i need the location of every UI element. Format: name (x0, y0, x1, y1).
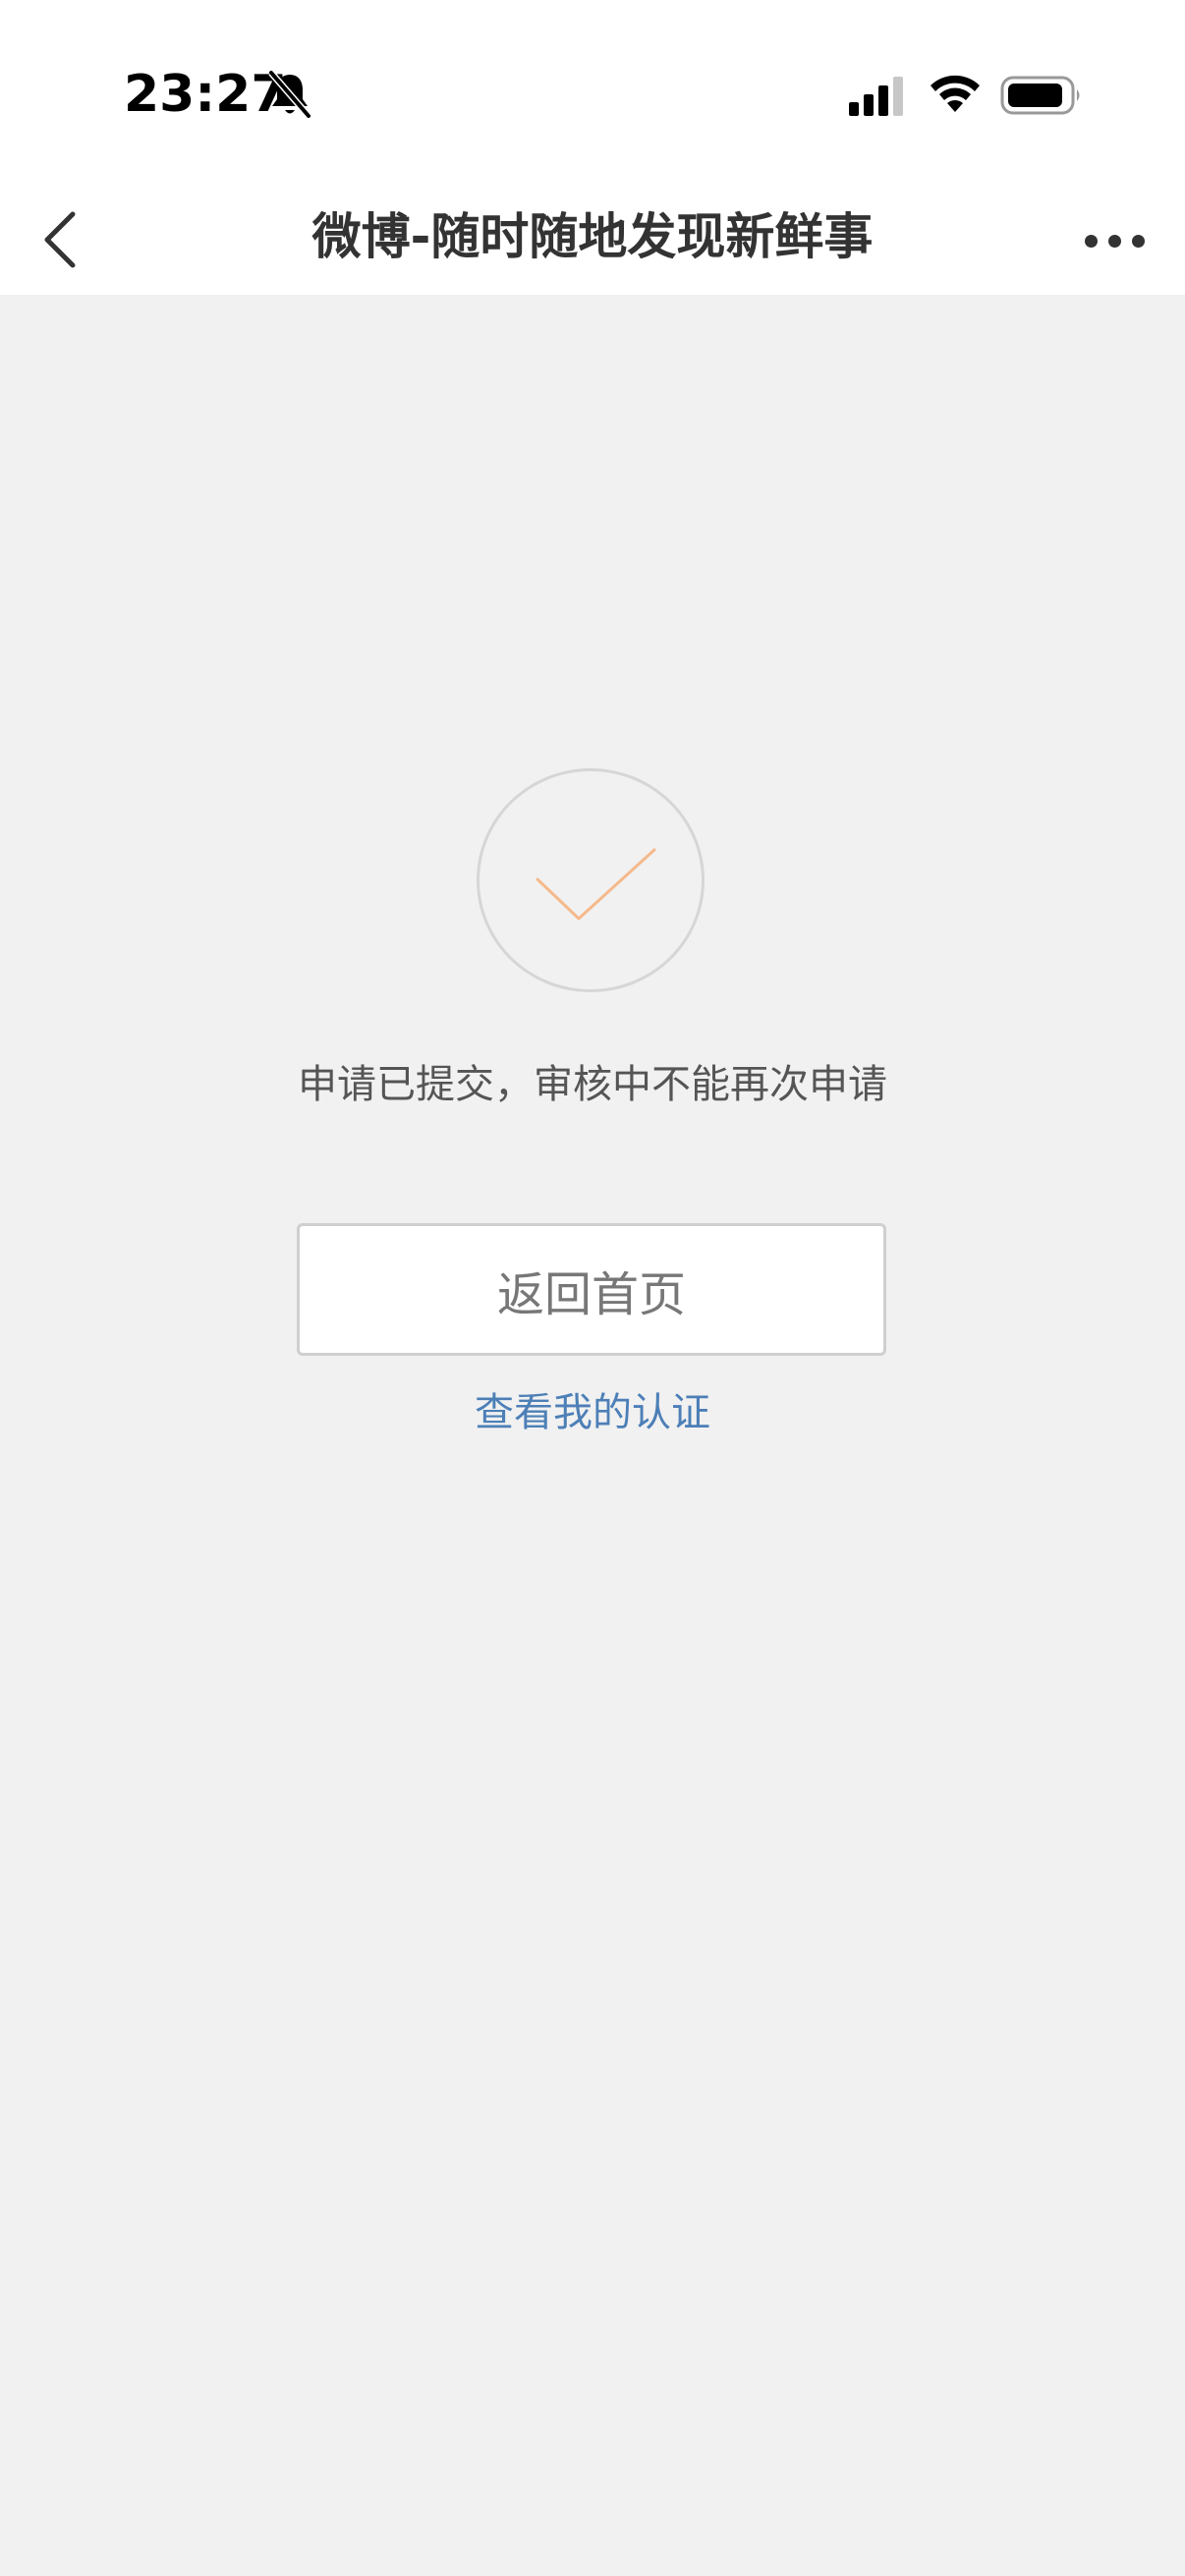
success-badge (477, 768, 705, 992)
nav-bar: 微博-随时随地发现新鲜事 (0, 187, 1185, 295)
battery-icon (1000, 76, 1080, 115)
status-message: 申请已提交，审核中不能再次申请 (298, 1062, 887, 1107)
checkmark-icon (536, 848, 656, 921)
bell-muted-icon (268, 70, 311, 119)
cellular-signal-icon (849, 77, 903, 116)
chevron-left-icon (44, 211, 76, 268)
more-button[interactable] (1067, 206, 1161, 275)
more-dot (1131, 234, 1145, 248)
back-button[interactable] (20, 200, 98, 279)
wifi-icon (931, 75, 980, 112)
more-dot (1107, 234, 1121, 248)
status-bar: 23:27 (0, 0, 1185, 187)
view-certification-link[interactable]: 查看我的认证 (0, 1383, 1185, 1442)
status-time: 23:27 (124, 65, 287, 124)
return-home-button[interactable]: 返回首页 (297, 1223, 886, 1356)
more-dots-icon (1084, 234, 1098, 248)
page-title: 微博-随时随地发现新鲜事 (311, 208, 874, 265)
